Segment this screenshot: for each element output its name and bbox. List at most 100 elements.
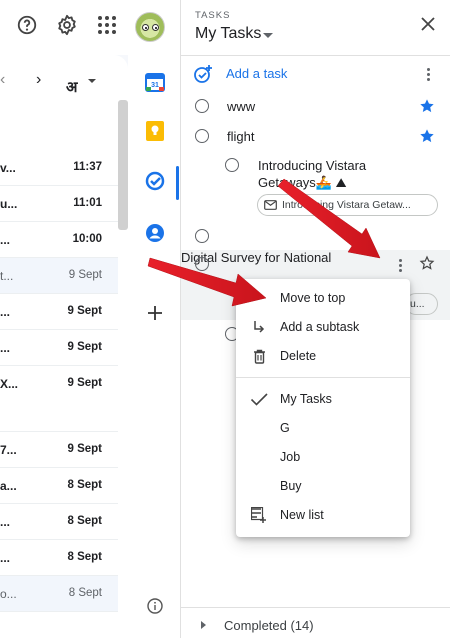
avatar[interactable] (135, 12, 165, 42)
menu-list-my-tasks[interactable]: My Tasks (236, 385, 410, 413)
next-page-icon[interactable]: › (36, 71, 41, 89)
mail-time: 9 Sept (67, 305, 102, 317)
mail-time: 8 Sept (67, 551, 102, 563)
task-checkbox[interactable] (195, 99, 209, 113)
contacts-icon[interactable] (142, 220, 168, 246)
task-item[interactable] (181, 226, 450, 248)
mail-time: 8 Sept (68, 587, 102, 599)
mail-time: 9 Sept (67, 443, 102, 455)
menu-item-label: Delete (280, 349, 317, 363)
task-checkbox[interactable] (195, 229, 209, 243)
mail-time: 9 Sept (67, 377, 102, 389)
mail-time: 8 Sept (67, 515, 102, 527)
active-indicator (176, 166, 179, 200)
mail-list-area: ‹ › अ v... 11:37 u... 11:01... 10:00 t... 9 Se… (0, 55, 128, 638)
mail-row[interactable]: ... 9 Sept (0, 330, 118, 366)
menu-list-g[interactable]: G (236, 414, 410, 442)
completed-section[interactable]: Completed (14) (181, 607, 450, 638)
apps-grid-icon[interactable] (94, 12, 120, 38)
mail-time: 9 Sept (67, 341, 102, 353)
chip-label: Introducing Vistara Getaw... (282, 199, 411, 211)
mail-sender: ... (0, 515, 11, 529)
mail-sender: a... (0, 479, 17, 493)
mail-row[interactable]: a... 8 Sept (0, 468, 118, 504)
add-task-label: Add a task (226, 66, 288, 81)
mail-time: 11:37 (73, 161, 102, 173)
divider (181, 55, 450, 56)
mail-row[interactable]: X... 9 Sept (0, 366, 118, 432)
task-title[interactable]: www (227, 99, 255, 114)
star-filled-icon[interactable] (419, 128, 435, 144)
mail-sender: u... (0, 197, 18, 211)
tasks-icon[interactable] (142, 168, 168, 194)
menu-item-label: New list (280, 508, 324, 522)
menu-item-label: Move to top (280, 291, 346, 305)
task-item[interactable]: www (181, 96, 450, 118)
menu-item-label: G (280, 421, 290, 435)
task-context-menu: Move to top Add a subtask Delete My Task… (236, 279, 410, 537)
mail-sender: X... (0, 377, 19, 391)
screen: ‹ › अ v... 11:37 u... 11:01... 10:00 t... 9 Se… (0, 0, 450, 638)
chevron-down-icon[interactable] (88, 79, 96, 83)
mail-row[interactable]: ... 9 Sept (0, 294, 118, 330)
gear-icon[interactable] (54, 12, 80, 38)
task-list-selector[interactable]: My Tasks (195, 25, 261, 43)
more-options-icon[interactable] (419, 65, 437, 83)
menu-list-buy[interactable]: Buy (236, 472, 410, 500)
task-title[interactable]: Introducing Vistara (258, 158, 366, 173)
add-addon-icon[interactable] (142, 300, 168, 326)
email-link-chip[interactable]: Introducing Vistara Getaw... (257, 194, 438, 216)
menu-list-job[interactable]: Job (236, 443, 410, 471)
mail-row[interactable]: ... 8 Sept (0, 504, 118, 540)
menu-item-label: Buy (280, 479, 302, 493)
mail-list: ‹ › अ v... 11:37 u... 11:01... 10:00 t... 9 Se… (0, 55, 128, 638)
expand-icon[interactable] (201, 621, 206, 629)
mail-row[interactable]: u... 11:01 (0, 186, 118, 222)
mail-sender: v... (0, 161, 16, 175)
mail-row[interactable]: v... 11:37 (0, 150, 118, 186)
menu-item-label: Add a subtask (280, 320, 360, 334)
chip-label: u... (410, 298, 425, 310)
mail-scrollbar[interactable] (118, 100, 128, 230)
menu-item-delete[interactable]: Delete (236, 342, 410, 370)
new-list-icon (250, 506, 268, 524)
task-more-options-icon[interactable] (390, 255, 410, 275)
task-checkbox[interactable] (195, 257, 209, 271)
mail-row[interactable]: t... 9 Sept (0, 258, 118, 294)
task-checkbox[interactable] (195, 129, 209, 143)
close-icon[interactable] (418, 14, 438, 34)
mail-row[interactable]: 7... 9 Sept (0, 432, 118, 468)
mail-row[interactable]: o... 8 Sept (0, 576, 118, 612)
menu-item-move-to-top[interactable]: Move to top (236, 284, 410, 312)
help-icon[interactable] (14, 12, 40, 38)
mail-sender: ... (0, 305, 11, 319)
mail-row[interactable]: ... 8 Sept (0, 540, 118, 576)
task-checkbox[interactable] (225, 158, 239, 172)
add-task-icon (194, 65, 212, 83)
mail-row[interactable]: ... 10:00 (0, 222, 118, 258)
chevron-down-icon[interactable] (263, 33, 273, 38)
mail-time: 10:00 (72, 233, 102, 245)
keep-icon[interactable] (142, 118, 168, 144)
menu-item-label: My Tasks (280, 392, 332, 406)
subtask-item[interactable]: Introducing Vistara Getaways🚣 ⛰ Introduc… (181, 155, 450, 221)
mail-sender: t... (0, 269, 14, 283)
tasks-kicker: TASKS (195, 10, 231, 21)
mail-sender: o... (0, 587, 17, 601)
star-filled-icon[interactable] (419, 98, 435, 114)
task-title[interactable]: flight (227, 129, 254, 144)
subtask-arrow-icon (250, 318, 268, 336)
menu-item-add-subtask[interactable]: Add a subtask (236, 313, 410, 341)
prev-page-icon[interactable]: ‹ (0, 71, 5, 89)
mail-time: 9 Sept (68, 269, 102, 281)
calendar-icon[interactable]: 31 (142, 69, 168, 95)
task-title-continued: Getaways🚣 ⛰ (258, 175, 347, 190)
svg-text:31: 31 (151, 82, 159, 89)
star-outline-icon[interactable] (419, 255, 435, 271)
task-item[interactable]: flight (181, 126, 450, 148)
info-icon[interactable] (142, 593, 168, 619)
add-task-button[interactable]: Add a task (193, 63, 443, 87)
mail-sender: 7... (0, 443, 17, 457)
menu-item-new-list[interactable]: New list (236, 501, 410, 529)
mail-time: 11:01 (73, 197, 102, 209)
